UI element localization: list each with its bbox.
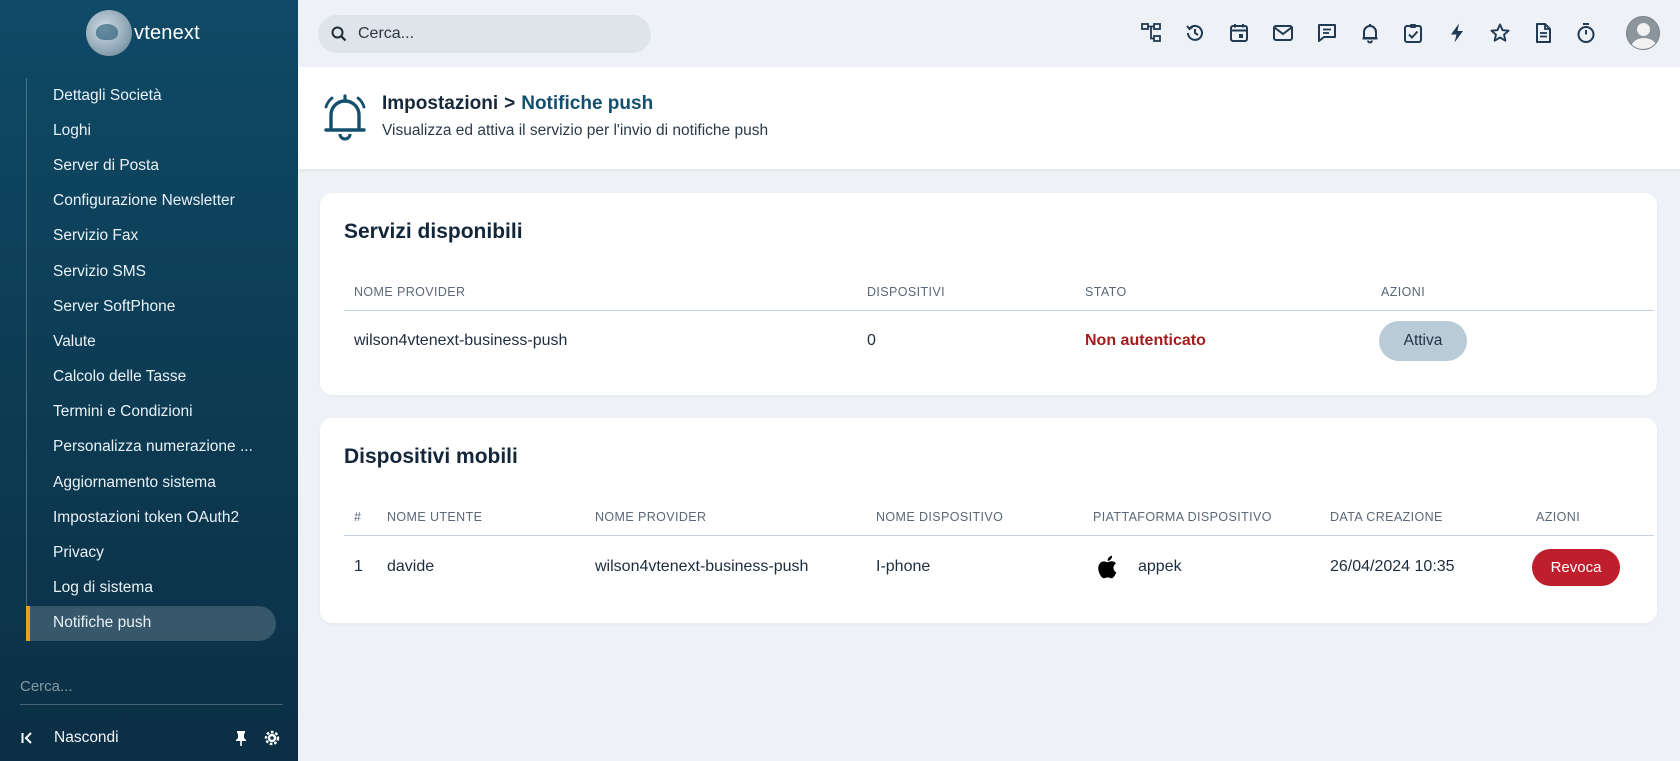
lightning-icon[interactable] [1446,22,1468,44]
device-platform: appek [1138,558,1182,575]
sidebar-item-token-oauth2[interactable]: Impostazioni token OAuth2 [27,500,276,535]
collapse-sidebar-icon[interactable] [20,730,36,746]
service-provider-name: wilson4vtenext-business-push [354,332,568,349]
document-icon[interactable] [1532,22,1554,44]
sidebar-item-server-di-posta[interactable]: Server di Posta [27,148,276,183]
task-check-icon[interactable] [1402,22,1424,44]
breadcrumb-separator: > [504,93,516,114]
sidebar-item-termini-condizioni[interactable]: Termini e Condizioni [27,395,276,430]
star-icon[interactable] [1489,22,1511,44]
chat-icon[interactable] [1316,22,1338,44]
col-index-header: # [354,510,362,524]
status-badge: Non autenticato [1085,332,1206,349]
col-platform-header: PIATTAFORMA DISPOSITIVO [1093,510,1272,524]
services-card: Servizi disponibili NOME PROVIDER DISPOS… [320,193,1657,395]
col-username-header: NOME UTENTE [387,510,483,524]
search-icon [331,26,347,42]
col-provider-header: NOME PROVIDER [354,285,466,299]
col-actions-header: AZIONI [1381,285,1426,299]
device-index: 1 [354,558,363,575]
sidebar-item-privacy[interactable]: Privacy [27,535,276,570]
sidebar-search [20,678,283,705]
hierarchy-icon[interactable] [1140,22,1162,44]
hide-sidebar-label[interactable]: Nascondi [54,729,119,747]
global-search [318,15,651,53]
sidebar-item-aggiornamento-sistema[interactable]: Aggiornamento sistema [27,465,276,500]
col-provider-header: NOME PROVIDER [595,510,707,524]
logo-text: vtenext [134,21,200,44]
device-name: I-phone [876,558,931,575]
logo-mark-icon [86,10,132,56]
sidebar-item-calcolo-tasse[interactable]: Calcolo delle Tasse [27,360,276,395]
breadcrumb: Impostazioni > Notifiche push [382,93,653,115]
col-status-header: STATO [1085,285,1127,299]
sidebar-item-server-softphone[interactable]: Server SoftPhone [27,289,276,324]
logo[interactable]: vtenext [86,10,200,56]
service-devices-count: 0 [867,332,876,349]
device-username: davide [387,558,435,575]
sidebar-search-input[interactable] [20,678,283,695]
timer-icon[interactable] [1575,22,1597,44]
devices-title: Dispositivi mobili [344,445,518,468]
mail-icon[interactable] [1272,22,1294,44]
sidebar-item-loghi[interactable]: Loghi [27,113,276,148]
sidebar-item-configurazione-newsletter[interactable]: Configurazione Newsletter [27,184,276,219]
sidebar-item-log-di-sistema[interactable]: Log di sistema [27,571,276,606]
page-subtitle: Visualizza ed attiva il servizio per l'i… [382,122,769,139]
sidebar-item-dettagli-societa[interactable]: Dettagli Società [27,78,276,113]
sidebar-item-servizio-fax[interactable]: Servizio Fax [27,219,276,254]
col-device-name-header: NOME DISPOSITIVO [876,510,1004,524]
pin-icon[interactable] [232,729,250,747]
sidebar-item-personalizza-numerazione[interactable]: Personalizza numerazione ... [27,430,276,465]
apple-icon [1098,555,1117,579]
sidebar-footer: Nascondi [20,727,285,749]
gear-icon[interactable] [262,728,282,748]
notification-bell-icon [324,94,366,141]
services-title: Servizi disponibili [344,220,523,243]
sidebar-nav: Dettagli Società Loghi Server di Posta C… [26,78,276,641]
topbar [298,0,1680,67]
activate-button[interactable]: Attiva [1379,321,1467,361]
user-avatar[interactable] [1626,16,1660,50]
device-provider: wilson4vtenext-business-push [595,558,809,575]
col-created-header: DATA CREAZIONE [1330,510,1443,524]
table-header-divider [344,310,1654,311]
page-header: Impostazioni > Notifiche push Visualizza e… [298,67,1680,169]
global-search-input[interactable] [358,25,618,43]
device-created-date: 26/04/2024 10:35 [1330,558,1455,575]
breadcrumb-current: Notifiche push [521,93,654,114]
breadcrumb-root[interactable]: Impostazioni [382,93,498,114]
col-actions-header: AZIONI [1536,510,1581,524]
col-devices-header: DISPOSITIVI [867,285,946,299]
bell-icon[interactable] [1359,22,1381,44]
calendar-icon[interactable] [1228,22,1250,44]
sidebar-item-valute[interactable]: Valute [27,324,276,359]
sidebar: vtenext Dettagli Società Loghi Server di… [0,0,298,761]
devices-card: Dispositivi mobili # NOME UTENTE NOME PR… [320,418,1657,623]
table-header-divider [344,535,1654,536]
sidebar-item-notifiche-push[interactable]: Notifiche push [26,605,276,641]
revoke-button[interactable]: Revoca [1532,549,1620,586]
sidebar-item-servizio-sms[interactable]: Servizio SMS [27,254,276,289]
history-icon[interactable] [1184,22,1206,44]
